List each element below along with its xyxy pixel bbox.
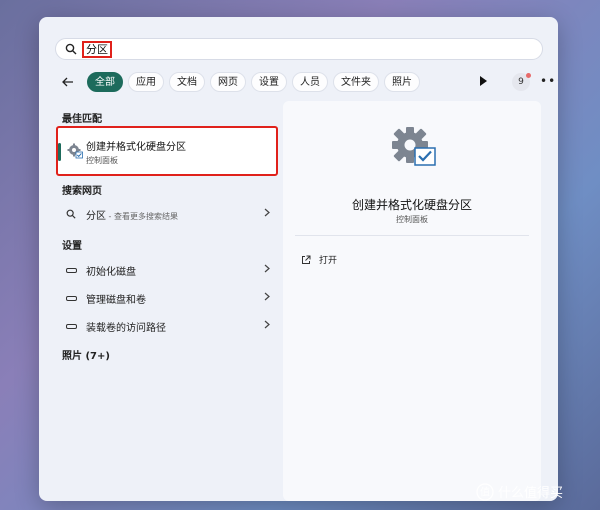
divider <box>295 235 529 236</box>
tab-documents[interactable]: 文档 <box>169 72 205 92</box>
detail-pane: 创建并格式化硬盘分区 控制面板 打开 <box>283 101 541 501</box>
back-arrow-icon[interactable] <box>61 75 75 89</box>
detail-title: 创建并格式化硬盘分区 <box>351 198 472 212</box>
avatar-badge: 9 <box>518 77 524 87</box>
watermark-text: 什么值得买 <box>498 486 564 501</box>
tab-photos[interactable]: 照片 <box>384 72 420 92</box>
tab-people[interactable]: 人员 <box>292 72 328 92</box>
search-panel: 分区 全部 应用 文档 网页 设置 人员 文件夹 照片 9 ••• 最佳匹配 创… <box>39 17 558 501</box>
watermark-logo-icon: 值 <box>476 482 494 501</box>
settings-item[interactable]: 管理磁盘和卷 <box>58 287 276 309</box>
web-search-query: 分区 <box>86 210 106 222</box>
drive-icon-wrap <box>66 295 80 301</box>
tab-settings[interactable]: 设置 <box>251 72 287 92</box>
drive-icon <box>66 267 77 273</box>
open-external-icon <box>302 255 311 264</box>
settings-item[interactable]: 装载卷的访问路径 <box>58 315 276 337</box>
web-search-item[interactable]: 分区 - 查看更多搜索结果 <box>58 203 276 225</box>
play-icon[interactable] <box>480 76 487 86</box>
best-match-result[interactable]: 创建并格式化硬盘分区 控制面板 <box>56 126 278 176</box>
settings-item-label: 装载卷的访问路径 <box>86 322 166 334</box>
chevron-right-icon <box>264 292 270 301</box>
tab-apps[interactable]: 应用 <box>128 72 164 92</box>
search-box[interactable]: 分区 <box>55 38 543 60</box>
settings-heading: 设置 <box>62 241 82 252</box>
avatar[interactable]: 9 <box>512 73 531 91</box>
control-panel-gear-icon <box>67 143 83 159</box>
settings-item-label: 管理磁盘和卷 <box>86 294 146 306</box>
chevron-right-icon <box>264 320 270 329</box>
drive-icon-wrap <box>66 323 80 329</box>
drive-icon-wrap <box>66 267 80 273</box>
search-icon <box>66 209 80 219</box>
drive-icon <box>66 295 77 301</box>
tab-folders[interactable]: 文件夹 <box>333 72 379 92</box>
filter-bar: 全部 应用 文档 网页 设置 人员 文件夹 照片 9 ••• <box>55 72 558 92</box>
notification-dot <box>526 73 531 78</box>
open-action[interactable]: 打开 <box>301 253 337 266</box>
best-match-heading: 最佳匹配 <box>62 114 102 125</box>
best-match-subtitle: 控制面板 <box>86 156 118 165</box>
more-options-icon[interactable]: ••• <box>540 74 558 88</box>
watermark: 值 什么值得买 <box>476 482 563 501</box>
best-match-title: 创建并格式化硬盘分区 <box>86 142 186 153</box>
drive-icon <box>66 323 77 329</box>
photos-heading[interactable]: 照片 (7+) <box>62 347 110 362</box>
web-heading: 搜索网页 <box>62 186 102 197</box>
web-search-hint: - 查看更多搜索结果 <box>106 211 178 221</box>
settings-item[interactable]: 初始化磁盘 <box>58 259 276 281</box>
chevron-right-icon <box>264 208 270 217</box>
tab-web[interactable]: 网页 <box>210 72 246 92</box>
open-label: 打开 <box>319 256 338 266</box>
control-panel-gear-icon <box>392 127 436 166</box>
search-icon <box>65 40 77 59</box>
chevron-right-icon <box>264 264 270 273</box>
search-input[interactable]: 分区 <box>82 40 112 58</box>
selection-indicator <box>58 143 61 161</box>
web-search-label: 分区 - 查看更多搜索结果 <box>86 207 178 222</box>
detail-subtitle: 控制面板 <box>396 215 428 224</box>
settings-item-label: 初始化磁盘 <box>86 266 136 278</box>
svg-text:值: 值 <box>480 485 490 498</box>
tab-all[interactable]: 全部 <box>87 72 123 92</box>
